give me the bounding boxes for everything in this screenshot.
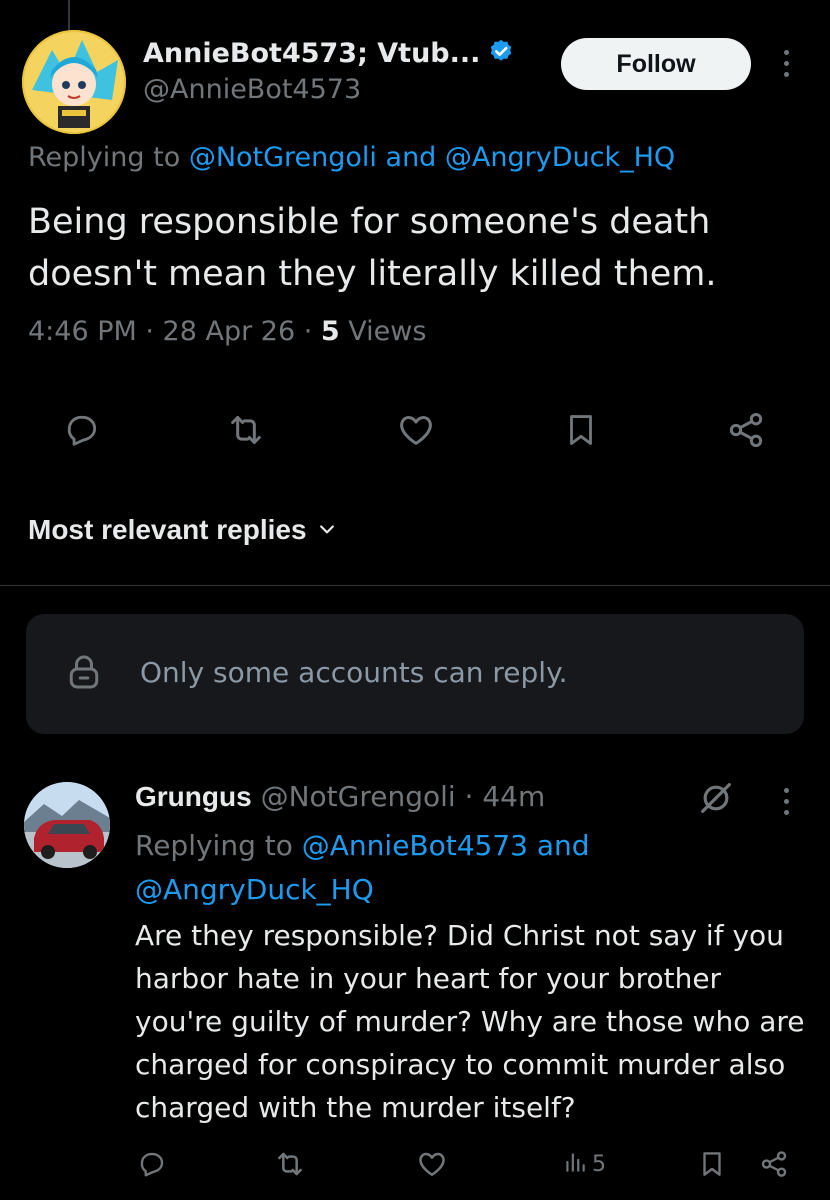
mention-link[interactable]: @AnnieBot4573: [302, 829, 528, 862]
views-button[interactable]: 5: [552, 1144, 616, 1184]
mention-link[interactable]: @AngryDuck_HQ: [445, 142, 675, 173]
mention-link[interactable]: @AngryDuck_HQ: [135, 873, 374, 906]
follow-button[interactable]: Follow: [561, 38, 751, 90]
section-divider: [0, 585, 830, 586]
tweet-time[interactable]: 4:46 PM: [28, 316, 137, 347]
reply-text: Are they responsible? Did Christ not say…: [135, 919, 805, 1124]
restriction-text: Only some accounts can reply.: [140, 656, 568, 689]
replying-prefix: Replying to: [28, 142, 189, 173]
reply-more-options-icon[interactable]: [782, 788, 790, 815]
tweet-date[interactable]: 28 Apr 26: [163, 316, 296, 347]
replying-and: and: [376, 142, 445, 173]
reply-author-handle[interactable]: @NotGrengoli: [252, 780, 456, 813]
meta-separator: ·: [455, 780, 483, 813]
share-icon[interactable]: [722, 406, 770, 454]
thread-line: [68, 0, 70, 30]
heart-icon[interactable]: [414, 1144, 450, 1184]
meta-separator: ·: [295, 316, 321, 347]
heart-icon[interactable]: [392, 406, 440, 454]
reply-icon[interactable]: [134, 1144, 170, 1184]
reply-author-name[interactable]: Grungus: [135, 781, 252, 812]
replying-to: Replying to @NotGrengoli and @AngryDuck_…: [28, 142, 675, 173]
meta-separator: ·: [136, 316, 163, 347]
replying-and: and: [528, 829, 590, 862]
replying-prefix: Replying to: [135, 829, 302, 862]
share-icon[interactable]: [756, 1144, 792, 1184]
retweet-icon[interactable]: [272, 1144, 308, 1184]
reply-time[interactable]: 44m: [482, 780, 545, 813]
views-count: 5: [592, 1151, 606, 1177]
author-name[interactable]: AnnieBot4573; Vtub...: [143, 38, 480, 69]
author-avatar[interactable]: [22, 30, 126, 134]
reply-author-avatar[interactable]: [24, 782, 110, 868]
retweet-icon[interactable]: [222, 406, 270, 454]
mention-link[interactable]: @NotGrengoli: [189, 142, 377, 173]
more-options-icon[interactable]: [782, 50, 790, 77]
lock-icon: [66, 652, 102, 692]
chevron-down-icon: [317, 514, 337, 546]
reply-header: Grungus @NotGrengoli · 44m: [135, 780, 545, 813]
author-handle[interactable]: @AnnieBot4573: [143, 74, 361, 105]
tweet-meta: 4:46 PM · 28 Apr 26 · 5 Views: [28, 316, 426, 347]
tweet-text: Being responsible for someone's death do…: [28, 202, 717, 294]
reply-replying-to: Replying to @AnnieBot4573 and @AngryDuck_…: [135, 824, 695, 912]
replies-sort-label: Most relevant replies: [28, 514, 307, 545]
views-count: 5: [320, 316, 340, 347]
replies-sort-dropdown[interactable]: Most relevant replies: [28, 514, 337, 546]
views-label: Views: [339, 316, 427, 347]
bookmark-icon[interactable]: [694, 1144, 730, 1184]
grok-icon[interactable]: [696, 778, 736, 818]
verified-badge-icon: [487, 38, 515, 66]
reply-icon[interactable]: [58, 406, 106, 454]
views-icon: [562, 1148, 588, 1180]
bookmark-icon[interactable]: [557, 406, 605, 454]
